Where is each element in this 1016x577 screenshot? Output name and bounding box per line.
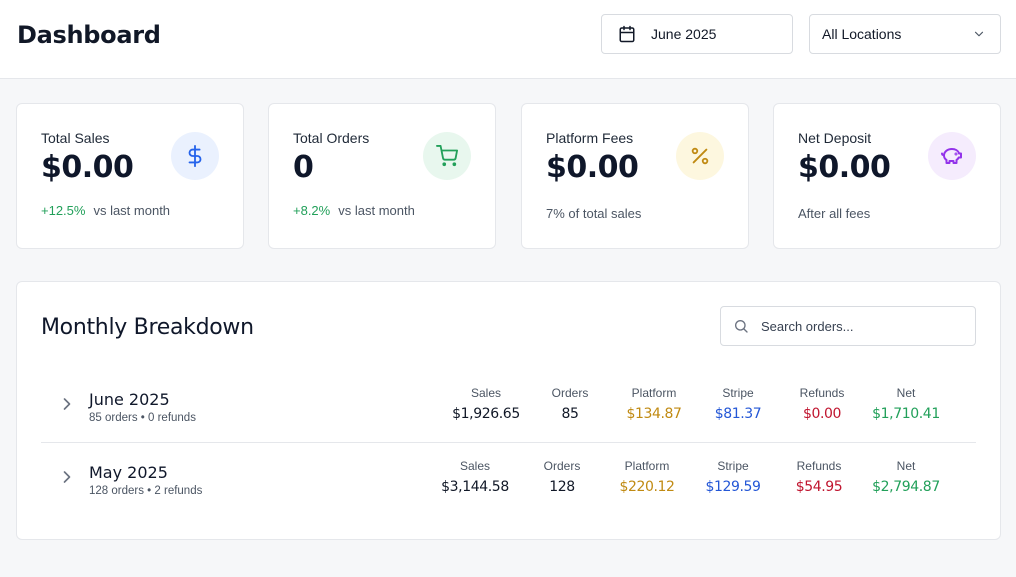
card-value: 0: [293, 150, 314, 185]
stat-header: Orders: [551, 386, 589, 400]
month-row[interactable]: June 2025 85 orders • 0 refunds Sales $1…: [41, 370, 976, 443]
platform-stat: Platform $220.12: [619, 459, 674, 495]
search-icon: [733, 318, 749, 334]
card-label: Net Deposit: [798, 130, 872, 146]
monthly-breakdown-panel: Monthly Breakdown June 2025 85 orders • …: [16, 281, 1001, 540]
month-summary: 85 orders • 0 refunds: [89, 412, 196, 424]
stat-value: $2,794.87: [872, 479, 940, 495]
calendar-icon: [618, 25, 636, 43]
net-stat: Net $2,794.87: [872, 459, 940, 495]
refunds-stat: Refunds $0.00: [800, 386, 845, 422]
month-name: May 2025: [89, 463, 168, 482]
search-box[interactable]: [720, 306, 976, 346]
location-select-value: All Locations: [822, 26, 902, 42]
stat-header: Orders: [543, 459, 581, 473]
stat-value: $0.00: [802, 406, 842, 422]
month-name: June 2025: [89, 390, 170, 409]
stat-value: 85: [561, 406, 579, 422]
total-orders-card: Total Orders 0 +8.2% vs last month: [268, 103, 496, 249]
stat-value: $129.59: [705, 479, 761, 495]
stat-value: $134.87: [626, 406, 682, 422]
month-row[interactable]: May 2025 128 orders • 2 refunds Sales $3…: [41, 443, 976, 515]
month-picker[interactable]: June 2025: [601, 14, 793, 54]
location-select[interactable]: All Locations: [809, 14, 1001, 54]
sales-stat: Sales $3,144.58: [441, 459, 509, 495]
stat-header: Stripe: [722, 386, 754, 400]
stat-header: Stripe: [717, 459, 749, 473]
change-percent: +12.5%: [41, 203, 86, 218]
chevron-right-icon[interactable]: [57, 394, 77, 414]
stat-header: Platform: [631, 386, 677, 400]
month-picker-label: June 2025: [651, 26, 717, 42]
stat-header: Sales: [459, 459, 491, 473]
card-footnote: After all fees: [798, 206, 871, 221]
stat-header: Refunds: [799, 386, 845, 400]
change-note: vs last month: [338, 203, 415, 218]
orders-stat: Orders 85: [552, 386, 589, 422]
stat-header: Refunds: [796, 459, 842, 473]
change-note: vs last month: [93, 203, 171, 218]
stat-value: $220.12: [619, 479, 675, 495]
stat-value: $54.95: [795, 479, 843, 495]
top-header: Dashboard June 2025 All Locations: [0, 0, 1016, 79]
card-label: Total Sales: [41, 130, 110, 146]
stat-value: $3,144.58: [441, 479, 509, 495]
stripe-stat: Stripe $129.59: [705, 459, 760, 495]
stat-value: $1,710.41: [872, 406, 940, 422]
stat-header: Platform: [624, 459, 670, 473]
chevron-down-icon: [972, 27, 986, 41]
card-value: $0.00: [546, 150, 639, 185]
orders-stat: Orders 128: [544, 459, 581, 495]
cart-icon: [423, 132, 471, 180]
card-footnote: +12.5% vs last month: [41, 203, 170, 218]
stat-header: Net: [896, 459, 916, 473]
card-label: Total Orders: [293, 130, 370, 146]
total-sales-card: Total Sales $0.00 +12.5% vs last month: [16, 103, 244, 249]
section-title: Monthly Breakdown: [41, 315, 254, 340]
stat-value: 128: [549, 479, 575, 495]
card-footnote: 7% of total sales: [546, 206, 642, 221]
card-label: Platform Fees: [546, 130, 634, 146]
net-stat: Net $1,710.41: [872, 386, 940, 422]
card-value: $0.00: [798, 150, 891, 185]
dollar-icon: [171, 132, 219, 180]
card-footnote: +8.2% vs last month: [293, 203, 415, 218]
sales-stat: Sales $1,926.65: [452, 386, 520, 422]
refunds-stat: Refunds $54.95: [796, 459, 843, 495]
change-percent: +8.2%: [293, 203, 331, 218]
stripe-stat: Stripe $81.37: [715, 386, 762, 422]
platform-stat: Platform $134.87: [626, 386, 681, 422]
card-value: $0.00: [41, 150, 134, 185]
search-input[interactable]: [761, 318, 961, 334]
stat-value: $81.37: [714, 406, 762, 422]
platform-fees-card: Platform Fees $0.00 7% of total sales: [521, 103, 749, 249]
stat-value: $1,926.65: [452, 406, 520, 422]
chevron-right-icon[interactable]: [57, 467, 77, 487]
page-title: Dashboard: [17, 21, 161, 49]
net-deposit-card: Net Deposit $0.00 After all fees: [773, 103, 1001, 249]
month-summary: 128 orders • 2 refunds: [89, 485, 203, 497]
piggy-bank-icon: [928, 132, 976, 180]
stat-header: Sales: [470, 386, 502, 400]
stat-header: Net: [896, 386, 916, 400]
percent-icon: [676, 132, 724, 180]
